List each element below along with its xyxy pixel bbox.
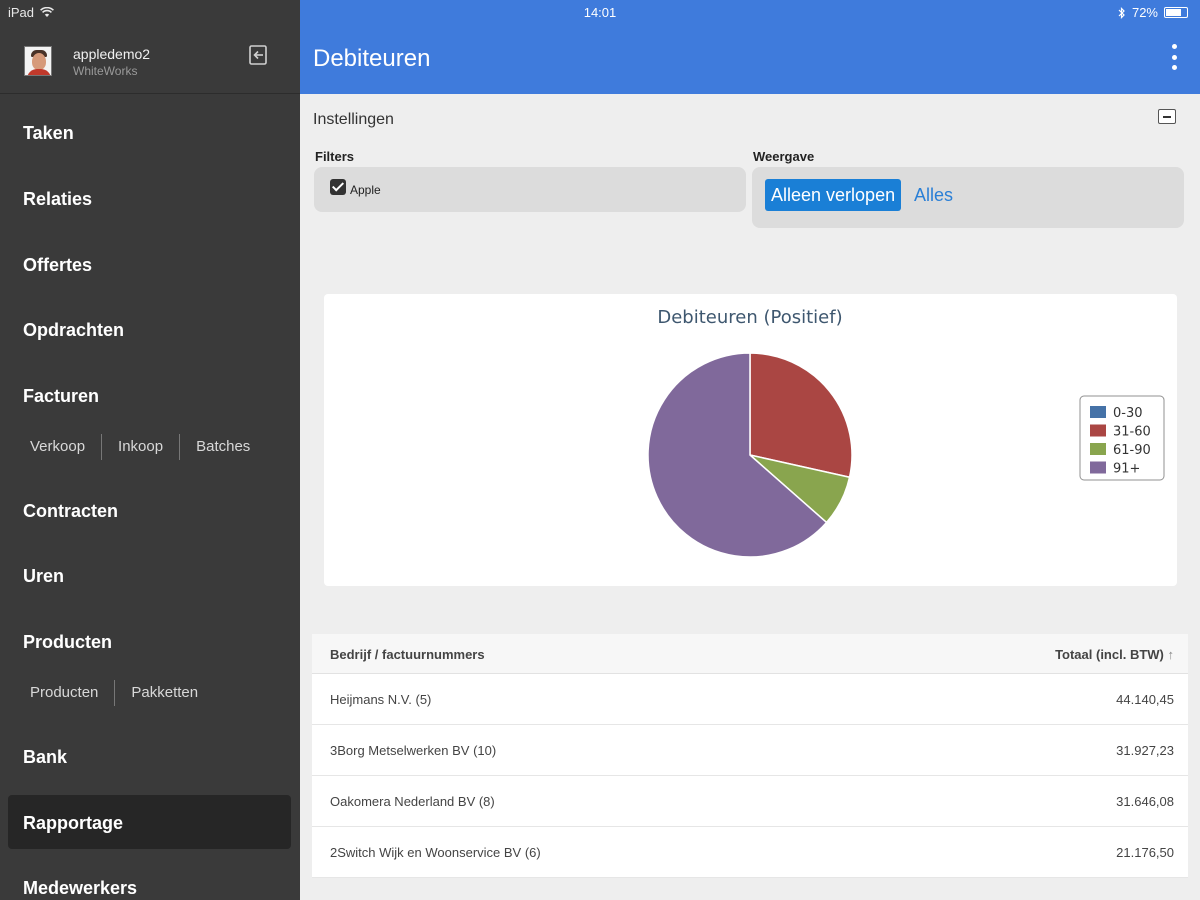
row-total: 31.927,23 xyxy=(1116,743,1174,758)
view-option-expired[interactable]: Alleen verlopen xyxy=(765,179,902,211)
row-total: 44.140,45 xyxy=(1116,692,1174,707)
main-content: Instellingen Filters Apple Weergave Alle… xyxy=(300,94,1200,900)
wifi-icon xyxy=(40,7,54,17)
battery-icon xyxy=(1164,7,1188,18)
chart-legend: 0-30 31-60 61-90 91+ xyxy=(1079,395,1165,481)
legend-swatch xyxy=(1090,443,1106,455)
view-label: Weergave xyxy=(753,149,815,164)
chart-card: Debiteuren (Positief) 0-30 31-60 61-90 91+ xyxy=(324,294,1177,586)
filter-label: Apple xyxy=(350,183,381,197)
legend-label[interactable]: 91+ xyxy=(1113,462,1140,477)
page-title: Debiteuren xyxy=(313,45,431,72)
row-company: 3Borg Metselwerken BV (10) xyxy=(330,743,497,758)
legend-swatch xyxy=(1090,406,1106,418)
legend-label[interactable]: 0-30 xyxy=(1113,406,1143,421)
app-header: 14:01 72% Debiteuren xyxy=(300,0,1200,94)
table-row[interactable]: Heijmans N.V. (5) 44.140,45 xyxy=(312,674,1188,725)
user-name: appledemo2 xyxy=(73,46,151,62)
status-bar-right: 72% xyxy=(1118,5,1188,20)
filter-checkbox[interactable] xyxy=(330,179,346,195)
sort-icon: ↑ xyxy=(1167,647,1175,662)
table-body: Heijmans N.V. (5) 44.140,45 3Borg Metselwe… xyxy=(312,674,1188,878)
nav-item-rapportage[interactable]: Rapportage xyxy=(23,813,123,834)
bluetooth-icon xyxy=(1118,6,1125,19)
table-header: Bedrijf / factuurnummers Totaal (incl. B… xyxy=(312,634,1188,674)
row-company: Heijmans N.V. (5) xyxy=(330,692,432,707)
table-row[interactable]: 3Borg Metselwerken BV (10) 31.927,23 xyxy=(312,725,1188,776)
row-company: 2Switch Wijk en Woonservice BV (6) xyxy=(330,845,541,860)
nav-item-uren[interactable]: Uren xyxy=(23,566,64,587)
nav-item-relaties[interactable]: Relaties xyxy=(23,189,92,210)
nav-item-medewerkers[interactable]: Medewerkers xyxy=(23,878,137,899)
legend-swatch xyxy=(1090,424,1106,437)
row-total: 21.176,50 xyxy=(1116,845,1174,860)
avatar xyxy=(24,46,52,76)
filters-box: Apple xyxy=(314,167,746,212)
nav-item-offertes[interactable]: Offertes xyxy=(23,255,92,276)
user-org: WhiteWorks xyxy=(73,64,138,78)
nav-item-contracten[interactable]: Contracten xyxy=(23,501,118,522)
table-row[interactable]: Oakomera Nederland BV (8) 31.646,08 xyxy=(312,776,1188,827)
subnav-producten[interactable]: Producten xyxy=(14,680,114,706)
table-row[interactable]: 2Switch Wijk en Woonservice BV (6) 21.176… xyxy=(312,827,1188,878)
producten-subnav: Producten Pakketten xyxy=(14,680,300,706)
chart-title: Debiteuren (Positief) xyxy=(657,307,842,328)
legend-swatch xyxy=(1090,461,1106,474)
user-profile[interactable]: appledemo2 WhiteWorks xyxy=(0,32,300,94)
subnav-verkoop[interactable]: Verkoop xyxy=(14,434,101,460)
status-time: 14:01 xyxy=(583,5,617,20)
row-company: Oakomera Nederland BV (8) xyxy=(330,794,495,809)
subnav-batches[interactable]: Batches xyxy=(180,434,266,460)
debtors-table: Bedrijf / factuurnummers Totaal (incl. B… xyxy=(312,634,1188,878)
view-option-all[interactable]: Alles xyxy=(914,179,953,211)
nav-item-producten[interactable]: Producten xyxy=(23,632,112,653)
subnav-inkoop[interactable]: Inkoop xyxy=(102,434,179,460)
device-label: iPad xyxy=(8,5,35,20)
subnav-pakketten[interactable]: Pakketten xyxy=(115,680,214,706)
nav-item-facturen[interactable]: Facturen xyxy=(23,386,99,407)
more-menu-icon[interactable] xyxy=(1170,44,1178,70)
logout-icon[interactable] xyxy=(248,44,268,66)
nav-item-opdrachten[interactable]: Opdrachten xyxy=(23,320,124,341)
settings-title: Instellingen xyxy=(313,111,394,128)
nav-item-bank[interactable]: Bank xyxy=(23,747,67,768)
column-header-company[interactable]: Bedrijf / factuurnummers xyxy=(330,647,485,662)
column-header-total[interactable]: Totaal (incl. BTW) ↑ xyxy=(1055,647,1174,662)
battery-percent: 72% xyxy=(1131,5,1158,20)
status-bar-left: iPad xyxy=(8,5,54,20)
nav-item-taken[interactable]: Taken xyxy=(23,123,74,144)
facturen-subnav: Verkoop Inkoop Batches xyxy=(14,434,300,460)
legend-label[interactable]: 31-60 xyxy=(1113,425,1151,440)
row-total: 31.646,08 xyxy=(1116,794,1174,809)
filters-label: Filters xyxy=(315,149,355,164)
sidebar: iPad appledemo2 WhiteWorks Taken Relatie… xyxy=(0,0,300,900)
collapse-button[interactable] xyxy=(1158,109,1176,124)
legend-label[interactable]: 61-90 xyxy=(1113,443,1151,458)
pie-chart: Debiteuren (Positief) 0-30 31-60 61-90 91+ xyxy=(647,307,1165,558)
view-segmented-control: Alleen verlopen Alles xyxy=(752,167,1184,228)
